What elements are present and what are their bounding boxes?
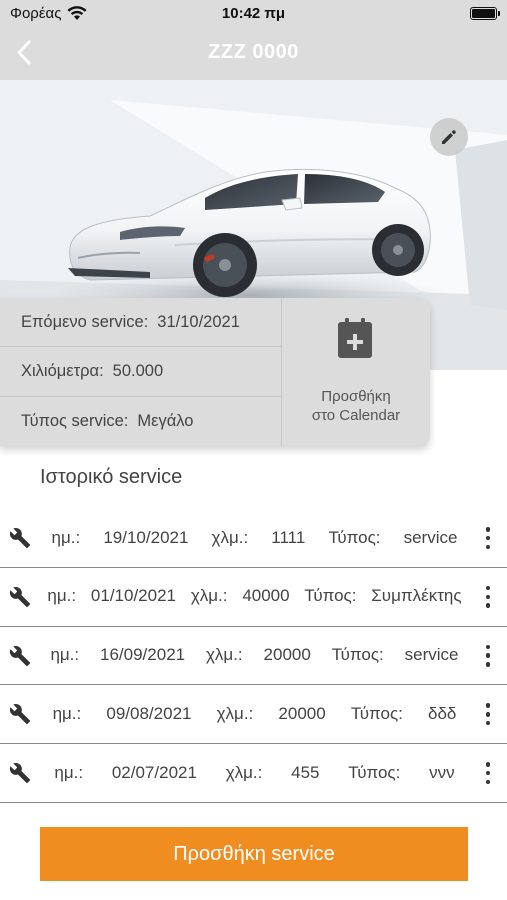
wrench-icon <box>9 763 31 784</box>
edit-car-button[interactable] <box>430 118 468 156</box>
add-to-calendar-label: Προσθήκη στο Calendar <box>282 387 430 425</box>
date-value: 01/10/2021 <box>90 586 177 606</box>
history-row-text: ημ.: 09/08/2021 χλμ.: 20000 Τύπος: δδδ <box>40 685 469 742</box>
type-value: service <box>404 645 459 665</box>
history-title: Ιστορικό service <box>40 466 183 488</box>
more-options-icon[interactable] <box>481 527 495 549</box>
next-service-row: Επόμενο service: 31/10/2021 <box>0 298 281 348</box>
history-row-text: ημ.: 02/07/2021 χλμ.: 455 Τύπος: ννν <box>40 744 469 801</box>
km-value: 40000 <box>242 586 290 606</box>
wrench-icon <box>9 586 31 607</box>
date-label: ημ.: <box>54 762 84 782</box>
history-row[interactable]: ημ.: 19/10/2021 χλμ.: 1111 Τύπος: servic… <box>0 509 507 568</box>
service-type-row: Τύπος service: Μεγάλο <box>0 397 281 446</box>
km-label: χλμ.: <box>216 703 254 723</box>
type-value: δδδ <box>428 703 457 723</box>
next-service-label: Επόμενο service: <box>21 312 149 331</box>
km-label: χλμ.: <box>225 762 263 782</box>
kilometers-label: Χιλιόμετρα: <box>21 361 104 380</box>
kilometers-row: Χιλιόμετρα: 50.000 <box>0 347 281 397</box>
type-value: Συμπλέκτης <box>371 586 462 606</box>
history-row-text: ημ.: 16/09/2021 χλμ.: 20000 Τύπος: servi… <box>40 627 469 684</box>
status-bar: Φορέας 10:42 πμ <box>0 0 507 28</box>
history-row-text: ημ.: 01/10/2021 χλμ.: 40000 Τύπος: Συμπλ… <box>40 568 469 625</box>
type-label: Τύπος: <box>331 645 384 665</box>
nav-bar: ZZZ 0000 <box>0 28 507 80</box>
date-value: 02/07/2021 <box>111 762 197 782</box>
battery-icon <box>470 7 500 20</box>
page-title: ZZZ 0000 <box>208 41 299 63</box>
more-options-icon[interactable] <box>481 703 495 726</box>
history-row[interactable]: ημ.: 02/07/2021 χλμ.: 455 Τύπος: ννν <box>0 744 507 803</box>
date-label: ημ.: <box>51 527 81 547</box>
date-label: ημ.: <box>52 703 82 723</box>
more-options-icon[interactable] <box>481 644 495 667</box>
status-time: 10:42 πμ <box>221 5 286 22</box>
more-options-icon[interactable] <box>481 585 495 608</box>
km-label: χλμ.: <box>205 645 243 665</box>
type-value: service <box>403 527 458 547</box>
next-service-value: 31/10/2021 <box>157 312 240 331</box>
kilometers-value: 50.000 <box>112 361 164 380</box>
add-to-calendar-label-line1: Προσθήκη <box>321 388 391 405</box>
type-label: Τύπος: <box>350 703 403 723</box>
date-label: ημ.: <box>47 586 77 606</box>
wrench-icon <box>9 704 31 725</box>
history-row[interactable]: ημ.: 01/10/2021 χλμ.: 40000 Τύπος: Συμπλ… <box>0 568 507 627</box>
add-to-calendar-label-line2: στο Calendar <box>311 407 401 424</box>
service-info-rows: Επόμενο service: 31/10/2021 Χιλιόμετρα: … <box>0 298 281 446</box>
service-info-card: Επόμενο service: 31/10/2021 Χιλιόμετρα: … <box>0 298 430 446</box>
history-row-text: ημ.: 19/10/2021 χλμ.: 1111 Τύπος: servic… <box>40 509 469 566</box>
km-value: 20000 <box>278 703 326 723</box>
more-options-icon[interactable] <box>481 762 495 785</box>
km-label: χλμ.: <box>190 586 228 606</box>
service-history-list: ημ.: 19/10/2021 χλμ.: 1111 Τύπος: servic… <box>0 509 507 803</box>
wrench-icon <box>9 528 31 549</box>
type-label: Τύπος: <box>304 586 357 606</box>
km-value: 20000 <box>263 645 311 665</box>
pencil-icon <box>442 130 456 144</box>
service-type-label: Τύπος service: <box>21 411 129 430</box>
date-value: 16/09/2021 <box>100 645 186 665</box>
add-to-calendar-button[interactable]: Προσθήκη στο Calendar <box>282 298 430 446</box>
history-row[interactable]: ημ.: 09/08/2021 χλμ.: 20000 Τύπος: δδδ <box>0 685 507 745</box>
date-value: 19/10/2021 <box>103 527 189 547</box>
calendar-plus-icon <box>338 318 372 358</box>
wrench-icon <box>9 645 31 666</box>
history-row[interactable]: ημ.: 16/09/2021 χλμ.: 20000 Τύπος: servi… <box>0 627 507 686</box>
service-type-value: Μεγάλο <box>137 411 194 430</box>
km-label: χλμ.: <box>211 527 249 547</box>
add-service-button[interactable]: Προσθήκη service <box>40 827 468 881</box>
type-label: Τύπος: <box>348 762 401 782</box>
date-label: ημ.: <box>50 645 80 665</box>
km-value: 455 <box>291 762 320 782</box>
type-value: ννν <box>429 762 455 782</box>
type-label: Τύπος: <box>328 527 381 547</box>
date-value: 09/08/2021 <box>106 703 192 723</box>
km-value: 1111 <box>271 527 306 547</box>
